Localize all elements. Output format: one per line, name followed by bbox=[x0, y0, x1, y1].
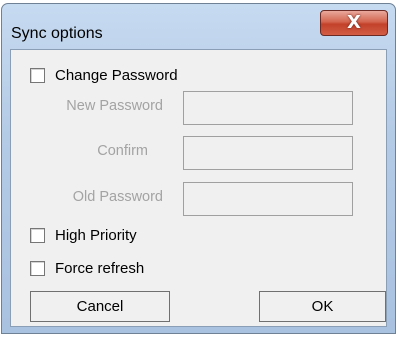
change-password-checkbox-box[interactable] bbox=[30, 67, 45, 83]
ok-button[interactable]: OK bbox=[259, 291, 386, 322]
force-refresh-label: Force refresh bbox=[55, 259, 145, 277]
force-refresh-checkbox[interactable]: Force refresh bbox=[30, 258, 144, 278]
old-password-label: Old Password bbox=[72, 189, 163, 205]
close-icon: X bbox=[347, 12, 361, 33]
new-password-label: New Password bbox=[66, 98, 163, 114]
confirm-password-field[interactable] bbox=[183, 136, 353, 170]
cancel-button[interactable]: Cancel bbox=[30, 291, 170, 322]
close-button[interactable]: X bbox=[320, 10, 388, 36]
high-priority-label: High Priority bbox=[55, 226, 137, 244]
dialog-title: Sync options bbox=[11, 25, 103, 42]
force-refresh-checkbox-box[interactable] bbox=[30, 260, 45, 276]
confirm-label: Confirm bbox=[97, 143, 148, 159]
high-priority-checkbox-box[interactable] bbox=[30, 227, 45, 243]
new-password-field[interactable] bbox=[183, 91, 353, 125]
title-bar[interactable]: Sync options X bbox=[2, 4, 395, 48]
high-priority-checkbox[interactable]: High Priority bbox=[30, 225, 137, 245]
old-password-field[interactable] bbox=[183, 182, 353, 216]
change-password-checkbox[interactable]: Change Password bbox=[30, 65, 178, 85]
change-password-label: Change Password bbox=[55, 66, 178, 84]
